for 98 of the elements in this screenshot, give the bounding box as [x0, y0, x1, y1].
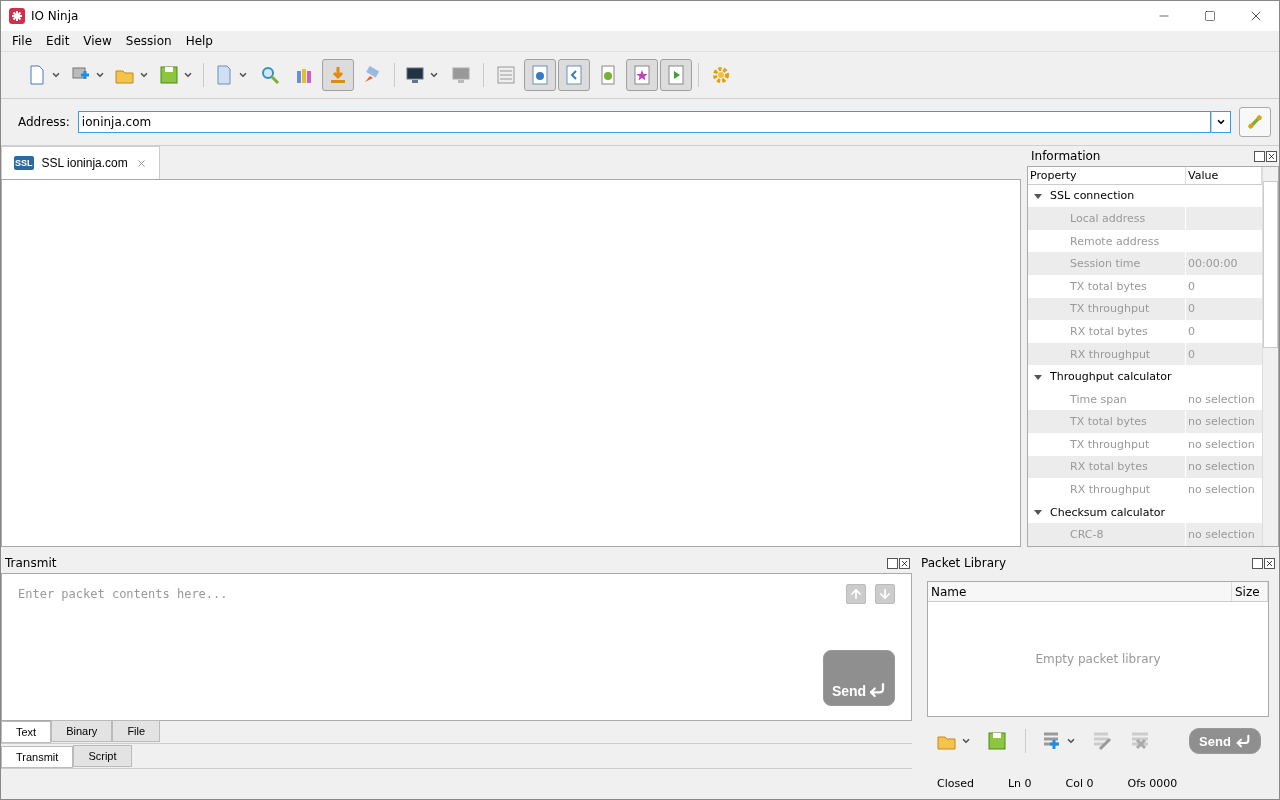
close-icon	[900, 558, 909, 568]
empty-message: Empty packet library	[1035, 652, 1161, 666]
dropdown-button[interactable]	[1211, 111, 1231, 133]
ssl-badge: SSL	[14, 156, 34, 170]
group-row[interactable]: Throughput calculator	[1028, 365, 1262, 388]
value-cell-text: 0	[1187, 301, 1196, 318]
close-icon	[1265, 558, 1274, 568]
format-tab[interactable]: Binary	[51, 720, 113, 742]
close-icon	[1267, 151, 1276, 161]
collapse-icon[interactable]	[1034, 372, 1042, 381]
connect-button[interactable]	[1239, 107, 1271, 137]
info-icon	[530, 65, 550, 85]
value-cell-text: no selection	[1187, 436, 1256, 453]
format-tab[interactable]: File	[112, 720, 161, 742]
property-cell: CRC-8	[1028, 523, 1186, 546]
status-text: Ofs 0000	[1127, 777, 1178, 790]
previous-button[interactable]	[846, 584, 866, 604]
collapse-icon[interactable]	[1034, 191, 1042, 200]
close-button[interactable]	[899, 557, 910, 569]
value-cell-text: 0	[1187, 278, 1196, 295]
address-label: Address:	[18, 115, 70, 129]
save-icon	[159, 65, 179, 85]
group-row[interactable]: SSL connection	[1028, 184, 1262, 208]
status-text: Closed	[937, 777, 974, 790]
panel-title: Transmit	[5, 556, 57, 570]
property-cell: Local address	[1028, 207, 1186, 230]
document-icon	[27, 65, 47, 85]
column-header[interactable]: Size	[1232, 582, 1268, 601]
down-arrow-icon	[878, 587, 892, 601]
tab-label: SSL ioninja.com	[41, 156, 128, 170]
value-cell-text: no selection	[1187, 459, 1256, 476]
settings-icon	[711, 65, 731, 85]
group-row[interactable]: Checksum calculator	[1028, 500, 1262, 524]
close-button[interactable]	[1264, 557, 1275, 569]
panel-title: Information	[1031, 149, 1101, 163]
value-cell-text: no selection	[1187, 414, 1256, 431]
caret-icon	[51, 70, 61, 80]
caret-icon	[1216, 117, 1226, 127]
monitor-icon	[405, 65, 425, 85]
column-header[interactable]: Property	[1028, 167, 1186, 184]
property-cell: RX throughput	[1028, 342, 1186, 366]
collapse-icon[interactable]	[1034, 508, 1042, 517]
caret-icon	[95, 70, 105, 80]
float-button[interactable]	[1252, 557, 1263, 569]
add-icon	[1042, 731, 1062, 751]
save-icon	[987, 731, 1007, 751]
app-logo-icon	[9, 8, 25, 24]
back-icon	[564, 65, 584, 85]
float-button[interactable]	[887, 557, 898, 569]
mode-tab[interactable]: Transmit	[1, 746, 74, 768]
status-text: Col 0	[1065, 777, 1094, 790]
scrollbar[interactable]	[1262, 167, 1278, 546]
play-icon	[666, 65, 686, 85]
property-cell: RX total bytes	[1028, 320, 1186, 343]
enter-icon	[868, 681, 887, 699]
group-label: Checksum calculator	[1050, 505, 1165, 519]
caret-icon	[238, 70, 248, 80]
menu-item[interactable]: Session	[118, 34, 179, 48]
panel-title: Packet Library	[921, 556, 1007, 570]
property-cell: TX throughput	[1028, 433, 1186, 456]
session-tab[interactable]: SSL SSL ioninja.com	[1, 146, 160, 179]
caret-icon	[1066, 736, 1076, 746]
download-icon	[328, 65, 348, 85]
caret-icon	[429, 70, 439, 80]
column-header[interactable]: Name	[928, 582, 1232, 601]
group-label: SSL connection	[1050, 189, 1135, 203]
value-cell-text: 0	[1187, 323, 1196, 340]
value-cell-text: 00:00:00	[1187, 256, 1239, 273]
property-cell: TX total bytes	[1028, 275, 1186, 298]
next-button[interactable]	[875, 584, 895, 604]
caret-icon	[139, 70, 149, 80]
value-cell-text: no selection	[1187, 391, 1256, 408]
caret-icon	[183, 70, 193, 80]
search-icon	[260, 65, 280, 85]
window-title: IO Ninja	[31, 9, 79, 23]
close-button[interactable]	[1266, 150, 1277, 162]
menu-item[interactable]: Edit	[39, 34, 77, 48]
float-button[interactable]	[1254, 150, 1265, 162]
maximize-icon	[1204, 10, 1216, 22]
menu-item[interactable]: Help	[178, 34, 220, 48]
menu-item[interactable]: View	[76, 34, 119, 48]
mode-tab[interactable]: Script	[73, 745, 132, 767]
monitor-icon	[451, 65, 471, 85]
address-field[interactable]: ioninja.com	[77, 111, 1211, 133]
delete-icon	[1130, 731, 1150, 751]
group-label: Throughput calculator	[1050, 370, 1172, 384]
status-text: Ln 0	[1007, 777, 1032, 790]
enter-icon	[1234, 733, 1251, 749]
property-cell: RX throughput	[1028, 478, 1186, 501]
value-cell-text: no selection	[1187, 527, 1256, 544]
edit-icon	[1092, 731, 1112, 751]
value-cell-text: no selection	[1187, 482, 1256, 498]
list-icon	[496, 65, 516, 85]
caret-icon	[961, 736, 971, 746]
format-tab[interactable]: Text	[1, 721, 52, 743]
value-cell-text: 0	[1187, 346, 1196, 363]
close-icon[interactable]	[135, 157, 147, 169]
menu-item[interactable]: File	[5, 34, 40, 48]
